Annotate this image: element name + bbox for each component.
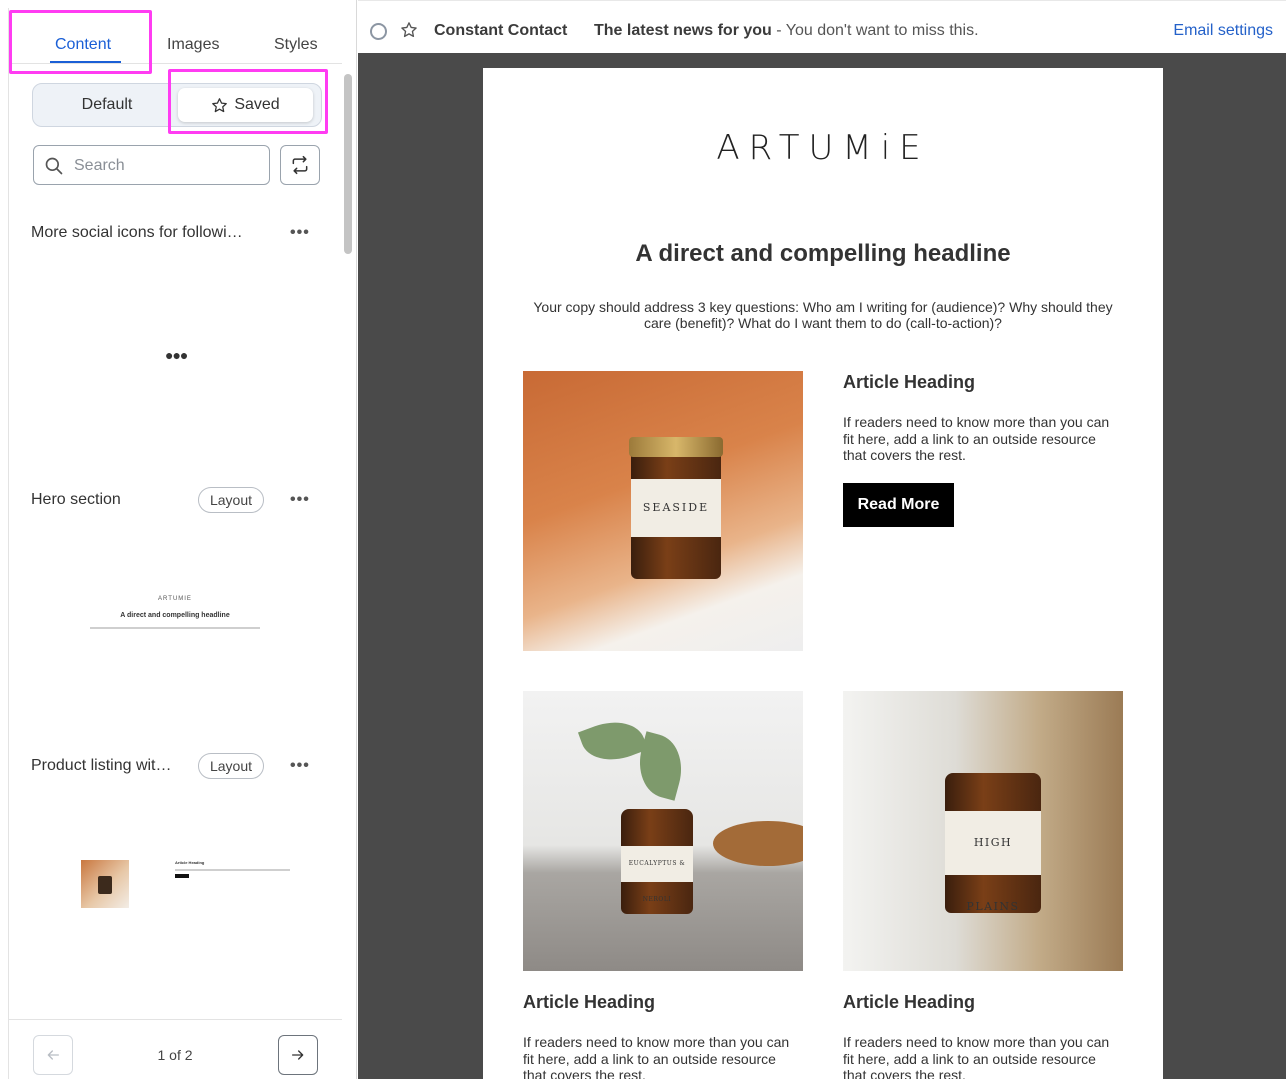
tab-content[interactable]: Content xyxy=(55,36,111,54)
tab-images[interactable]: Images xyxy=(167,36,219,54)
arrow-right-icon xyxy=(292,1050,304,1060)
more-options-icon[interactable]: ••• xyxy=(290,224,310,242)
preview-button xyxy=(175,874,189,878)
sender-name: Constant Contact xyxy=(434,22,568,39)
search-input[interactable]: Search xyxy=(33,145,270,185)
email-headline[interactable]: A direct and compelling headline xyxy=(483,240,1163,268)
article-image[interactable]: SEASIDE xyxy=(523,371,803,651)
candle-lid xyxy=(629,437,723,457)
saved-item-title[interactable]: Product listing wit… xyxy=(31,757,172,775)
article-heading[interactable]: Article Heading xyxy=(523,992,655,1013)
preview-copy-line xyxy=(90,627,260,629)
jar-label: EUCALYPTUS & NEROLI xyxy=(621,846,693,903)
sidebar-scrollbar[interactable] xyxy=(344,74,352,254)
select-checkbox[interactable] xyxy=(370,23,387,40)
saved-toggle-label: Saved xyxy=(234,96,280,113)
previous-page-button[interactable] xyxy=(33,1035,73,1075)
more-options-icon[interactable]: ••• xyxy=(290,491,310,509)
article-body[interactable]: If readers need to know more than you ca… xyxy=(523,1034,803,1079)
page-indicator: 1 of 2 xyxy=(157,1047,193,1063)
saved-item-title[interactable]: More social icons for followi… xyxy=(31,224,243,242)
library-toggle: Default Saved xyxy=(32,83,322,127)
jar-label: SEASIDE xyxy=(631,479,721,537)
preview-article-heading: Article Heading xyxy=(175,860,205,865)
refresh-icon xyxy=(292,155,308,175)
read-more-button[interactable]: Read More xyxy=(843,483,954,527)
preview-copy-line xyxy=(175,869,290,871)
inbox-preview-bar: Constant Contact The latest news for you… xyxy=(358,0,1286,53)
next-page-button[interactable] xyxy=(278,1035,318,1075)
layout-badge: Layout xyxy=(198,753,264,779)
article-heading[interactable]: Article Heading xyxy=(843,992,975,1013)
star-icon xyxy=(212,97,228,112)
loading-indicator: ●●● xyxy=(165,347,188,363)
article-image[interactable]: EUCALYPTUS & NEROLI xyxy=(523,691,803,971)
preview-headline: A direct and compelling headline xyxy=(120,612,230,619)
preview-logo: ARTUMIE xyxy=(158,596,192,602)
content-sidebar: Content Images Styles Default Saved Sear… xyxy=(0,0,357,1079)
jar-label: HIGH PLAINS xyxy=(945,811,1041,913)
active-tab-indicator xyxy=(50,61,121,63)
pagination: 1 of 2 xyxy=(8,1019,342,1079)
article-body[interactable]: If readers need to know more than you ca… xyxy=(843,1034,1123,1079)
email-editor: Content Images Styles Default Saved Sear… xyxy=(0,0,1286,1079)
refresh-button[interactable] xyxy=(280,145,320,185)
article-body[interactable]: If readers need to know more than you ca… xyxy=(843,414,1123,464)
tab-styles[interactable]: Styles xyxy=(274,36,318,54)
arrow-left-icon xyxy=(47,1050,59,1060)
saved-toggle-button[interactable]: Saved xyxy=(178,88,313,122)
search-placeholder: Search xyxy=(74,157,125,174)
more-options-icon[interactable]: ••• xyxy=(290,757,310,775)
saved-item-title[interactable]: Hero section xyxy=(31,491,121,509)
subject-text: The latest news for you xyxy=(594,22,772,39)
default-toggle-label: Default xyxy=(81,96,133,113)
wooden-bowl xyxy=(713,821,803,866)
hero-section-preview[interactable]: ARTUMIE A direct and compelling headline xyxy=(60,596,290,629)
subject-line: The latest news for you - You don't want… xyxy=(594,22,979,40)
article-image[interactable]: HIGH PLAINS xyxy=(843,691,1123,971)
product-preview-text: Article Heading xyxy=(175,860,290,878)
email-body: ARTUMiE A direct and compelling headline… xyxy=(483,68,1163,1079)
preheader-text: - You don't want to miss this. xyxy=(771,22,979,39)
search-icon xyxy=(45,157,63,175)
product-preview-image[interactable] xyxy=(81,860,129,908)
plant-leaf xyxy=(577,711,649,771)
sidebar-tabs: Content Images Styles xyxy=(8,24,342,64)
email-settings-link[interactable]: Email settings xyxy=(1173,22,1273,40)
star-icon[interactable] xyxy=(400,21,418,39)
article-heading[interactable]: Article Heading xyxy=(843,372,975,393)
email-intro-text[interactable]: Your copy should address 3 key questions… xyxy=(528,299,1118,331)
default-toggle-button[interactable]: Default xyxy=(37,88,177,122)
layout-badge: Layout xyxy=(198,487,264,513)
email-canvas: ARTUMiE A direct and compelling headline… xyxy=(358,53,1286,1079)
brand-logo[interactable]: ARTUMiE xyxy=(483,128,1163,168)
